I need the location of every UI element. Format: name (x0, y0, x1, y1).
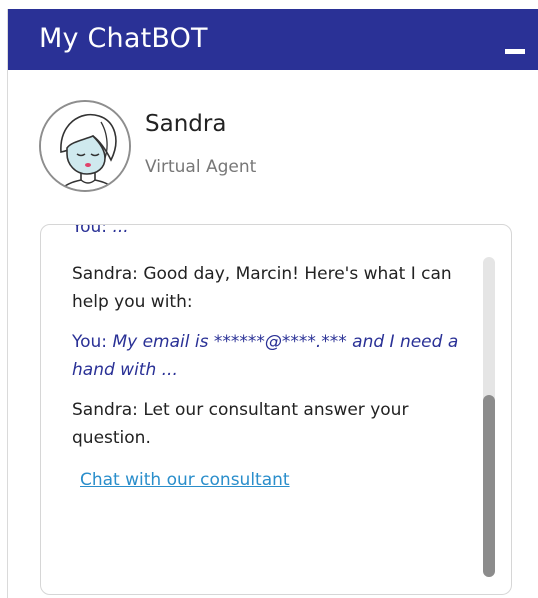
agent-avatar-illustration (41, 102, 129, 190)
chatbot-widget: My ChatBOT Sandra Virtual Agent You: ...… (7, 9, 538, 598)
chat-transcript[interactable]: You: ... Sandra: Good day, Marcin! Here'… (40, 224, 512, 595)
agent-role: Virtual Agent (145, 157, 257, 177)
chatbot-header: My ChatBOT (8, 9, 538, 70)
message-speaker: Sandra: (72, 264, 138, 284)
message-text: ... (112, 224, 129, 237)
message-user: You: My email is ******@****.*** and I n… (72, 328, 480, 384)
scrollbar-thumb[interactable] (483, 395, 495, 577)
message-speaker: Sandra: (72, 400, 138, 420)
message-speaker: You: (72, 332, 108, 352)
agent-avatar (39, 100, 131, 192)
message-agent: Sandra: Let our consultant answer your q… (72, 396, 480, 452)
message-text: My email is ******@****.*** and I need a… (72, 332, 459, 380)
chatbot-title: My ChatBOT (39, 23, 208, 54)
agent-name: Sandra (145, 111, 227, 137)
chat-with-consultant-link[interactable]: Chat with our consultant (80, 466, 290, 494)
message-agent: Sandra: Good day, Marcin! Here's what I … (72, 260, 480, 316)
message-user-clipped: You: ... (72, 224, 480, 243)
message-speaker: You: (72, 224, 108, 237)
minimize-icon[interactable] (505, 49, 525, 54)
message-list: You: ... Sandra: Good day, Marcin! Here'… (72, 224, 480, 494)
